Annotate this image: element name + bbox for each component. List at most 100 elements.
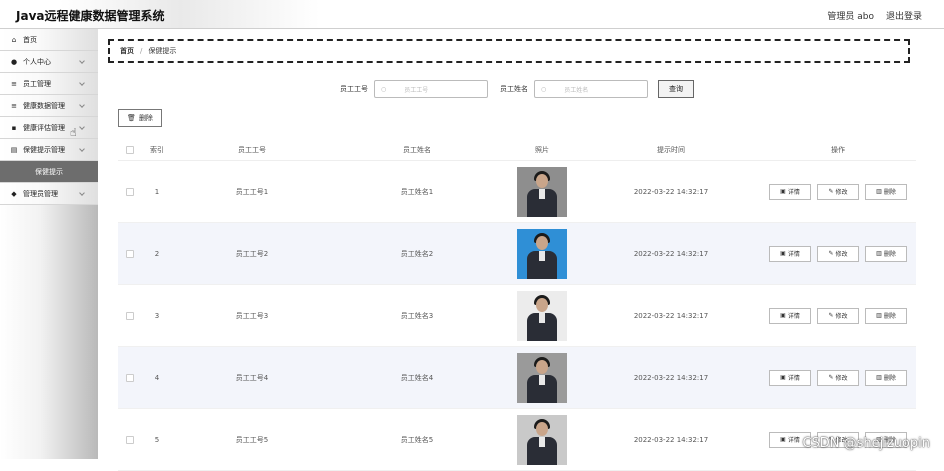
detail-label: 详情 [787,313,800,320]
batch-delete-button[interactable]: 🗑 删除 [118,109,162,127]
edit-button[interactable]: ✎ 修改 [817,307,859,324]
col-photo: 照片 [535,145,549,154]
chevron-down-icon [79,58,85,64]
detail-label: 详情 [787,437,800,444]
sidebar-subitem-health-tips[interactable]: 保健提示 [0,161,98,183]
edit-button[interactable]: ✎ 修改 [817,369,859,386]
detail-button[interactable]: ▣ 详情 [769,369,811,386]
sidebar-item-label: 首页 [23,35,37,44]
employee-photo [517,166,567,217]
row-time: 2022-03-22 14:32:17 [633,311,709,320]
row-checkbox[interactable] [126,249,134,258]
employee-photo [517,228,567,279]
row-checkbox[interactable] [126,373,134,382]
sidebar-item-health-data[interactable]: ≡ 健康数据管理 [0,95,98,117]
row-checkbox[interactable] [126,187,134,196]
delete-button[interactable]: ▥ 删除 [865,245,907,262]
table-row: 2 员工工号2 员工姓名2 2022-03-22 14:32:17 ▣ 详情 ✎ 修… [118,223,916,285]
col-emp-name: 员工姓名 [403,145,431,154]
sidebar-item-label: 个人中心 [23,57,51,66]
tips-table: 索引 员工工号 员工姓名 照片 提示时间 操作 1 员工工号1 员工姓名1 20… [118,139,916,471]
table-row: 1 员工工号1 员工姓名1 2022-03-22 14:32:17 ▣ 详情 ✎ 修… [118,161,916,223]
detail-label: 详情 [787,375,800,382]
row-checkbox[interactable] [126,435,134,444]
row-index: 4 [154,373,160,382]
emp-no-input[interactable]: ○ 员工工号 [374,80,488,98]
hand-cursor-icon: ☝ [70,126,77,139]
row-index: 1 [154,187,160,196]
shield-icon: ◆ [11,189,17,198]
row-time: 2022-03-22 14:32:17 [633,435,709,444]
sidebar-item-employees[interactable]: ≡ 员工管理 [0,73,98,95]
list-icon: ≡ [11,101,17,110]
trash-icon: ▥ [876,250,882,257]
table-row: 3 员工工号3 员工姓名3 2022-03-22 14:32:17 ▣ 详情 ✎ 修… [118,285,916,347]
search-label-emp-name: 员工姓名 [500,85,528,93]
row-emp-name: 员工姓名3 [400,311,434,320]
edit-label: 修改 [835,375,848,382]
main-content: 首页 / 保健提示 员工工号 ○ 员工工号 员工姓名 ○ 员工姓名 查询 🗑 删… [98,29,944,471]
sidebar-item-admins[interactable]: ◆ 管理员管理 [0,183,98,205]
row-emp-name: 员工姓名5 [400,435,434,444]
delete-button[interactable]: ▥ 删除 [865,369,907,386]
employee-photo [517,352,567,403]
search-label-emp-no: 员工工号 [340,85,368,93]
detail-icon: ▣ [780,188,786,195]
row-index: 5 [154,435,160,444]
select-all-checkbox[interactable] [126,145,134,154]
user-label[interactable]: 管理员 abo [827,9,874,22]
edit-icon: ✎ [828,312,834,319]
delete-button[interactable]: ▥ 删除 [865,183,907,200]
top-right-links: 管理员 abo 退出登录 [827,9,922,22]
table-row: 4 员工工号4 员工姓名4 2022-03-22 14:32:17 ▣ 详情 ✎ 修… [118,347,916,409]
chevron-down-icon [79,190,85,196]
sidebar-item-label: 健康数据管理 [23,101,65,110]
detail-icon: ▣ [780,250,786,257]
app-title: Java远程健康数据管理系统 [16,9,165,23]
row-time: 2022-03-22 14:32:17 [633,373,709,382]
edit-icon: ✎ [828,188,834,195]
edit-button[interactable]: ✎ 修改 [817,245,859,262]
row-emp-no: 员工工号4 [235,373,269,382]
list-icon: ≡ [11,79,17,88]
sidebar-subitem-label: 保健提示 [35,167,63,176]
sidebar-item-health-tips[interactable]: ▤ 保健提示管理 [0,139,98,161]
breadcrumb-separator: / [140,47,143,55]
col-index: 索引 [150,145,164,154]
row-emp-no: 员工工号1 [235,187,269,196]
row-checkbox[interactable] [126,311,134,320]
sidebar-item-label: 保健提示管理 [23,145,65,154]
logout-link[interactable]: 退出登录 [886,9,922,22]
delete-label: 删除 [883,251,896,258]
detail-button[interactable]: ▣ 详情 [769,245,811,262]
row-emp-name: 员工姓名4 [400,373,434,382]
query-button[interactable]: 查询 [658,80,694,98]
emp-name-input[interactable]: ○ 员工姓名 [534,80,648,98]
sidebar-item-profile[interactable]: ● 个人中心 [0,51,98,73]
edit-button[interactable]: ✎ 修改 [817,183,859,200]
search-bar: 员工工号 ○ 员工工号 员工姓名 ○ 员工姓名 查询 [340,80,694,98]
sidebar-item-health-assessment[interactable]: ▪ 健康评估管理 [0,117,98,139]
search-icon: ○ [381,85,387,93]
delete-label: 删除 [883,375,896,382]
trash-icon: ▥ [876,312,882,319]
row-index: 2 [154,249,160,258]
top-bar: Java远程健康数据管理系统 管理员 abo 退出登录 [0,0,944,29]
sidebar-item-label: 健康评估管理 [23,123,65,132]
chevron-down-icon [79,124,85,130]
doc-icon: ▤ [10,145,18,154]
edit-label: 修改 [835,251,848,258]
breadcrumb-home[interactable]: 首页 [120,46,134,56]
detail-button[interactable]: ▣ 详情 [769,183,811,200]
search-icon: ○ [541,85,547,93]
detail-button[interactable]: ▣ 详情 [769,307,811,324]
batch-delete-label: 删除 [138,114,153,122]
sidebar-item-home[interactable]: ⌂ 首页 [0,29,98,51]
user-icon: ● [10,57,18,66]
row-time: 2022-03-22 14:32:17 [633,249,709,258]
emp-name-placeholder: 员工姓名 [564,86,589,94]
detail-label: 详情 [787,251,800,258]
sidebar-item-label: 员工管理 [23,79,51,88]
table-header: 索引 员工工号 员工姓名 照片 提示时间 操作 [118,139,916,161]
delete-button[interactable]: ▥ 删除 [865,307,907,324]
